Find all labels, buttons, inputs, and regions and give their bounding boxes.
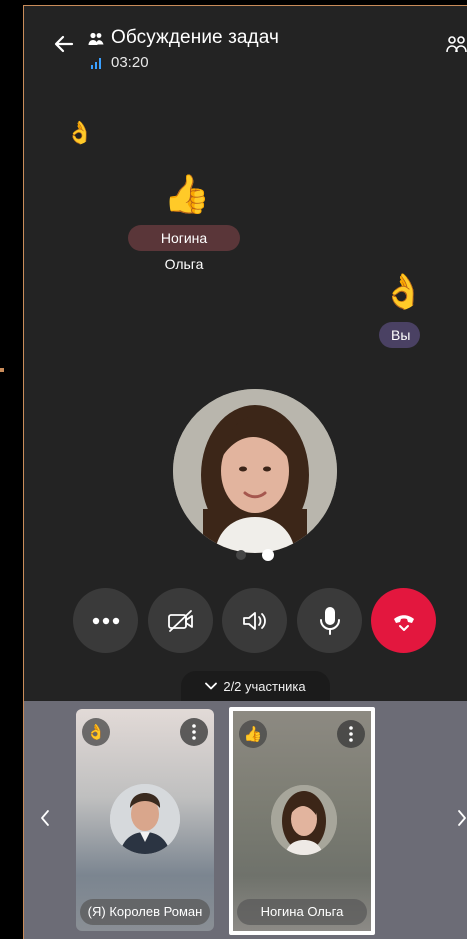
pager-dots [236, 549, 276, 562]
participant-tile-self[interactable]: 👌 (Я) Королев Роман [76, 709, 214, 931]
man-portrait [110, 784, 180, 854]
microphone-icon [319, 606, 340, 635]
edge-marker [0, 368, 4, 372]
chevron-left-icon[interactable] [38, 808, 52, 828]
tile-menu-button[interactable] [337, 720, 365, 748]
tile-reaction-badge: 👌 [82, 718, 110, 746]
participants-toggle[interactable]: 2/2 участника [181, 671, 330, 701]
chevron-down-icon [205, 682, 218, 690]
tile-reaction-badge: 👍 [239, 720, 267, 748]
reaction-thumbs-up-emoji: 👍 [163, 172, 211, 216]
pager-dot[interactable] [236, 550, 246, 560]
end-call-button[interactable] [371, 588, 436, 653]
reaction-name-chip: Ногина Ольга [128, 225, 240, 272]
pager-dot-active[interactable] [262, 549, 274, 561]
speaker-avatar [173, 389, 337, 553]
tile-avatar [271, 785, 337, 855]
kebab-menu-icon [349, 726, 353, 742]
microphone-button[interactable] [297, 588, 362, 653]
tile-name-label: (Я) Королев Роман [80, 899, 210, 925]
speaker-portrait [173, 389, 337, 553]
tile-name-label: Ногина Ольга [237, 899, 367, 925]
reaction-ok-emoji-self: 👌 [382, 272, 425, 312]
back-arrow-icon[interactable] [52, 32, 76, 56]
speaker-icon [242, 611, 266, 630]
woman-portrait [271, 785, 337, 855]
call-timer: 03:20 [111, 54, 149, 71]
camera-toggle-button[interactable] [148, 588, 213, 653]
more-button[interactable] [73, 588, 138, 653]
tile-avatar [110, 784, 180, 854]
participants-icon[interactable] [446, 35, 467, 55]
signal-icon [91, 58, 101, 69]
end-call-icon [393, 614, 414, 631]
participants-count: 2/2 участника [223, 678, 306, 694]
more-icon [92, 617, 119, 624]
participant-tile-active[interactable]: 👍 Ногина Ольга [229, 707, 375, 935]
tile-menu-button[interactable] [180, 718, 208, 746]
reaction-self-chip: Вы [379, 322, 420, 348]
kebab-menu-icon [192, 724, 196, 740]
chevron-right-icon[interactable] [455, 808, 467, 828]
camera-off-icon [167, 609, 193, 632]
group-icon [88, 32, 104, 45]
call-title: Обсуждение задач [111, 27, 279, 48]
speaker-button[interactable] [222, 588, 287, 653]
reaction-ok-emoji: 👌 [66, 121, 94, 146]
